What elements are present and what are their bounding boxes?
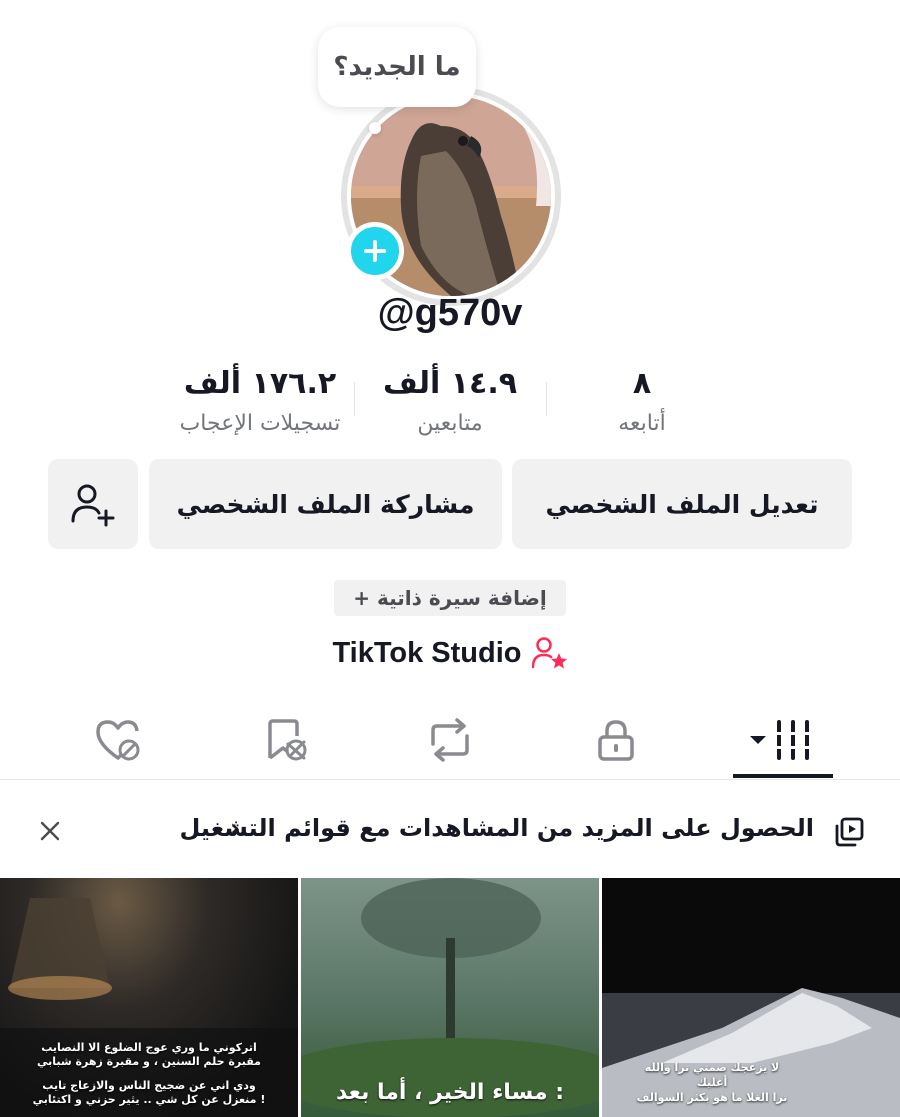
playlist-icon: [835, 817, 864, 847]
following-count: ٨: [632, 366, 652, 401]
add-friends-button[interactable]: [48, 459, 138, 549]
share-profile-button[interactable]: مشاركة الملف الشخصي: [149, 459, 502, 549]
tabs-divider: [0, 779, 900, 780]
username: @g570v: [377, 292, 523, 334]
video-caption: ودي اني عن ضجيج الناس والازعاج تايب: [42, 1079, 256, 1092]
whats-new-text: ما الجديد؟: [333, 52, 461, 82]
videos-grid-icon: [750, 720, 812, 760]
stat-divider: [546, 382, 547, 416]
followers-label: متابعين: [417, 411, 483, 436]
edit-profile-button[interactable]: تعديل الملف الشخصي: [512, 459, 852, 549]
add-bio-button[interactable]: + إضافة سيرة ذاتية: [334, 580, 566, 616]
following-stat[interactable]: ٨ أتابعه: [572, 366, 712, 436]
close-icon[interactable]: [39, 820, 61, 842]
video-caption: منعزل عن كل شي .. يثير حزني و اكتئابي !: [32, 1093, 266, 1106]
stat-divider: [354, 382, 355, 416]
add-bio-label: + إضافة سيرة ذاتية: [353, 586, 547, 610]
likes-label: تسجيلات الإعجاب: [179, 411, 341, 436]
add-user-icon: [71, 484, 115, 527]
video-caption: مساء الخير ، أما بعد :: [335, 1080, 565, 1105]
lock-icon: [598, 720, 634, 761]
edit-profile-label: تعديل الملف الشخصي: [545, 489, 819, 519]
video-thumbnail[interactable]: اتركوني ما وري عوج الضلوع الا النصايب مق…: [0, 878, 298, 1117]
followers-count: ١٤.٩ ألف: [382, 366, 518, 401]
video-thumbnail[interactable]: لا يزعجك صمتي ترا والله أغليك ترا الغلا …: [602, 878, 900, 1117]
video-caption: لا يزعجك صمتي ترا والله أغليك: [644, 1061, 780, 1089]
video-caption: اتركوني ما وري عوج الضلوع الا النصايب: [41, 1041, 257, 1054]
video-caption: ترا الغلا ما هو بكثر السوالف: [636, 1091, 788, 1104]
likes-count: ١٧٦.٢ ألف: [183, 366, 337, 401]
playlist-banner[interactable]: الحصول على المزيد من المشاهدات مع قوائم …: [0, 800, 900, 862]
liked-icon: [96, 720, 140, 761]
playlist-banner-text: الحصول على المزيد من المشاهدات مع قوائم …: [179, 814, 814, 842]
saved-icon: [268, 719, 307, 761]
tab-reposts[interactable]: [400, 710, 500, 770]
tab-videos[interactable]: [733, 710, 833, 770]
bubble-tail: [369, 122, 381, 134]
followers-stat[interactable]: ١٤.٩ ألف متابعين: [370, 366, 530, 436]
active-tab-indicator: [733, 774, 833, 778]
repost-icon: [431, 718, 469, 762]
following-label: أتابعه: [618, 411, 666, 436]
tiktok-studio-label: TikTok Studio: [332, 636, 522, 669]
video-caption: مقبرة حلم السنين ، و مقبرة زهرة شبابي: [37, 1055, 261, 1068]
tab-saved[interactable]: [236, 710, 336, 770]
whats-new-bubble[interactable]: ما الجديد؟: [318, 27, 476, 107]
tab-liked[interactable]: [68, 710, 168, 770]
video-thumbnail[interactable]: مساء الخير ، أما بعد :: [301, 878, 599, 1117]
studio-user-star-icon: [531, 637, 567, 669]
tab-private[interactable]: [566, 710, 666, 770]
tiktok-studio-link[interactable]: TikTok Studio: [0, 636, 900, 670]
likes-stat[interactable]: ١٧٦.٢ ألف تسجيلات الإعجاب: [160, 366, 360, 436]
plus-icon: [364, 240, 386, 262]
chevron-icon: ›: [230, 814, 240, 842]
share-profile-label: مشاركة الملف الشخصي: [176, 489, 475, 519]
add-story-button[interactable]: [346, 222, 404, 280]
